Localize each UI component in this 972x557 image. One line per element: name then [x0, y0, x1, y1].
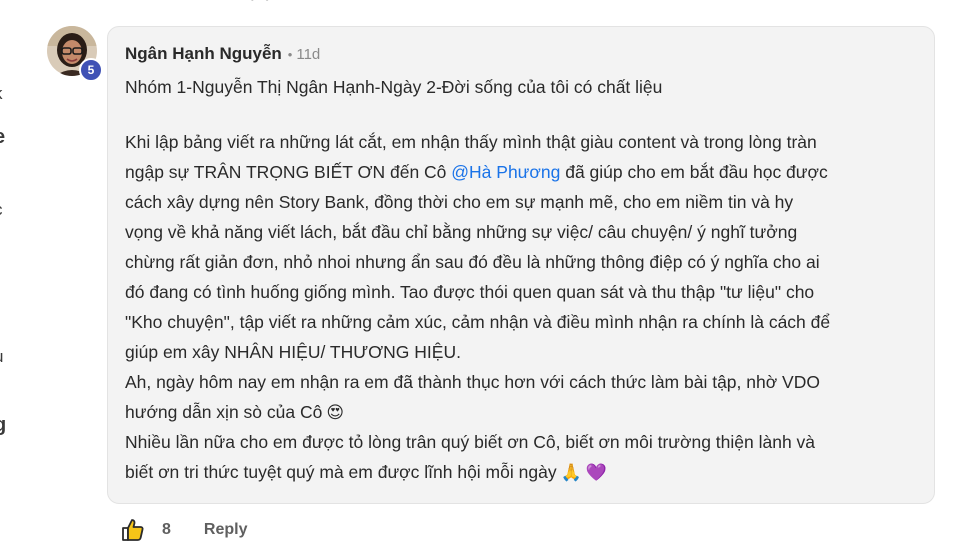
comment-screen: • • k e t c u i g - i 5 Ngân Hạnh Nguyễn… [0, 0, 972, 557]
body-line: giúp em xây NHÂN HIỆU/ THƯƠNG HIỆU. [125, 342, 461, 362]
body-line: Nhiều lần nữa cho em được tỏ lòng trân q… [125, 432, 816, 452]
left-fragment: e [0, 126, 5, 149]
body-line: Ah, ngày hôm nay em nhận ra em đã thành … [125, 372, 820, 392]
left-fragment: u [0, 347, 3, 367]
like-count: 8 [162, 521, 171, 538]
comment-header: Ngân Hạnh Nguyễn • 11d [125, 44, 320, 64]
purple-heart-emoji-icon: 💜 [585, 463, 607, 483]
body-line: Khi lập bảng viết ra những lát cắt, em n… [125, 132, 817, 152]
left-clipped-panel: k e t c u i g - i [0, 0, 10, 557]
comment-body: Khi lập bảng viết ra những lát cắt, em n… [125, 127, 925, 487]
body-line: "Kho chuyện", tập viết ra những cảm xúc,… [125, 312, 831, 332]
comment-title: Nhóm 1-Nguyễn Thị Ngân Hạnh-Ngày 2-Đời s… [125, 77, 663, 97]
author-name[interactable]: Ngân Hạnh Nguyễn [125, 44, 282, 64]
praying-hands-emoji-icon: 🙏 [560, 463, 582, 483]
body-line: vọng về khả năng viết lách, bắt đầu chỉ … [125, 222, 798, 242]
mention-link[interactable]: @Hà Phương [451, 162, 560, 182]
comment-bubble: Ngân Hạnh Nguyễn • 11d Nhóm 1-Nguyễn Thị… [107, 26, 935, 504]
level-badge: 5 [79, 58, 103, 82]
meta-separator: • [287, 47, 293, 62]
body-line: đó đang có tình huống giống mình. Tao đư… [125, 282, 815, 302]
left-fragment: g [0, 414, 7, 436]
body-text: đã giúp cho em bắt đầu học được [560, 162, 828, 182]
timestamp[interactable]: 11d [296, 46, 320, 63]
left-fragment: c [0, 200, 3, 220]
body-line: ngập sự TRÂN TRỌNG BIẾT ƠN đến Cô @Hà Ph… [125, 157, 925, 187]
comment-actions: 8 Reply [120, 517, 247, 543]
left-fragment: k [0, 84, 3, 104]
body-text: ngập sự TRÂN TRỌNG BIẾT ƠN đến Cô [125, 162, 452, 182]
top-separator-dots: • • [250, 0, 273, 6]
body-line: hướng dẫn xịn sò của Cô 😍 [125, 397, 925, 427]
body-line: cách xây dựng nên Story Bank, đồng thời … [125, 192, 794, 212]
body-line: chừng rất giản đơn, nhỏ nhoi nhưng ẩn sa… [125, 252, 820, 272]
thumbs-up-icon[interactable] [120, 517, 146, 543]
body-line: biết ơn tri thức tuyệt quý mà em được lĩ… [125, 457, 925, 487]
heart-eyes-emoji-icon: 😍 [326, 403, 345, 423]
reply-button[interactable]: Reply [204, 521, 248, 539]
